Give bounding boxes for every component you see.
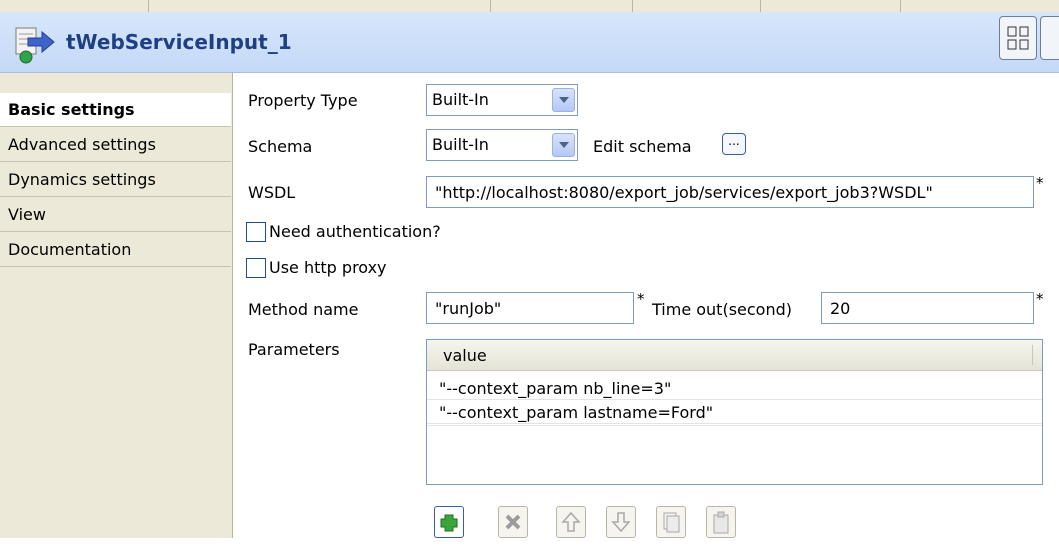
paste-button[interactable]: [706, 506, 736, 538]
paste-icon: [713, 511, 729, 534]
method-required-mark: *: [637, 290, 645, 308]
settings-sidebar: Basic settings Advanced settings Dynamic…: [0, 73, 233, 538]
method-name-label: Method name: [248, 300, 359, 319]
property-type-value: Built-In: [432, 90, 489, 109]
sidebar-item-view[interactable]: View: [0, 198, 231, 232]
timeout-label: Time out(second): [652, 300, 792, 319]
wsdl-label: WSDL: [248, 183, 296, 202]
sidebar-item-basic-settings[interactable]: Basic settings: [0, 93, 231, 127]
tab-separator: [632, 0, 633, 12]
move-down-button[interactable]: [606, 506, 636, 538]
edit-schema-label: Edit schema: [593, 137, 692, 156]
column-separator: [1032, 345, 1033, 365]
timeout-field[interactable]: 20: [821, 292, 1034, 324]
sidebar-item-dynamics-settings[interactable]: Dynamics settings: [0, 163, 231, 197]
wsdl-field[interactable]: "http://localhost:8080/export_job/servic…: [426, 176, 1034, 208]
chevron-down-icon[interactable]: [552, 88, 575, 112]
sidebar-item-advanced-settings[interactable]: Advanced settings: [0, 128, 231, 162]
layout-toggle-button[interactable]: [999, 16, 1037, 60]
layout-toggle-button-2[interactable]: [1040, 16, 1059, 60]
tab-separator: [490, 0, 491, 12]
sidebar-item-documentation[interactable]: Documentation: [0, 233, 231, 267]
remove-icon: [505, 514, 521, 530]
table-row[interactable]: "--context_param nb_line=3": [427, 377, 1042, 400]
copy-button[interactable]: [656, 506, 686, 538]
chevron-down-icon[interactable]: [552, 133, 575, 157]
move-up-icon: [561, 511, 581, 532]
move-up-button[interactable]: [556, 506, 586, 538]
tab-separator: [900, 0, 901, 12]
use-http-proxy-label: Use http proxy: [269, 258, 387, 277]
tab-separator: [148, 0, 149, 12]
parameters-label: Parameters: [248, 340, 340, 359]
value-column-header[interactable]: value: [443, 346, 487, 365]
need-authentication-label: Need authentication?: [269, 222, 441, 241]
add-icon: [440, 514, 458, 532]
wsdl-required-mark: *: [1036, 174, 1044, 192]
component-title: tWebServiceInput_1: [66, 30, 292, 54]
schema-label: Schema: [248, 137, 313, 156]
schema-select[interactable]: Built-In: [426, 129, 578, 161]
timeout-required-mark: *: [1036, 290, 1044, 308]
edit-schema-button[interactable]: ...: [722, 133, 746, 155]
property-type-label: Property Type: [248, 91, 358, 110]
parameters-table[interactable]: value "--context_param nb_line=3" "--con…: [426, 339, 1043, 485]
table-row[interactable]: "--context_param lastname=Ford": [427, 401, 1042, 424]
copy-icon: [663, 512, 680, 533]
add-row-button[interactable]: [434, 506, 464, 538]
property-type-select[interactable]: Built-In: [426, 84, 578, 116]
parameters-table-header: value: [427, 340, 1042, 371]
schema-value: Built-In: [432, 135, 489, 154]
move-down-icon: [611, 512, 631, 533]
method-name-field[interactable]: "runJob": [426, 292, 634, 324]
use-http-proxy-checkbox[interactable]: [246, 258, 266, 278]
web-service-input-icon: [15, 27, 55, 64]
remove-row-button[interactable]: [498, 506, 528, 538]
tab-separator: [760, 0, 761, 12]
need-authentication-checkbox[interactable]: [246, 222, 266, 242]
table-row-divider: [427, 425, 1042, 426]
